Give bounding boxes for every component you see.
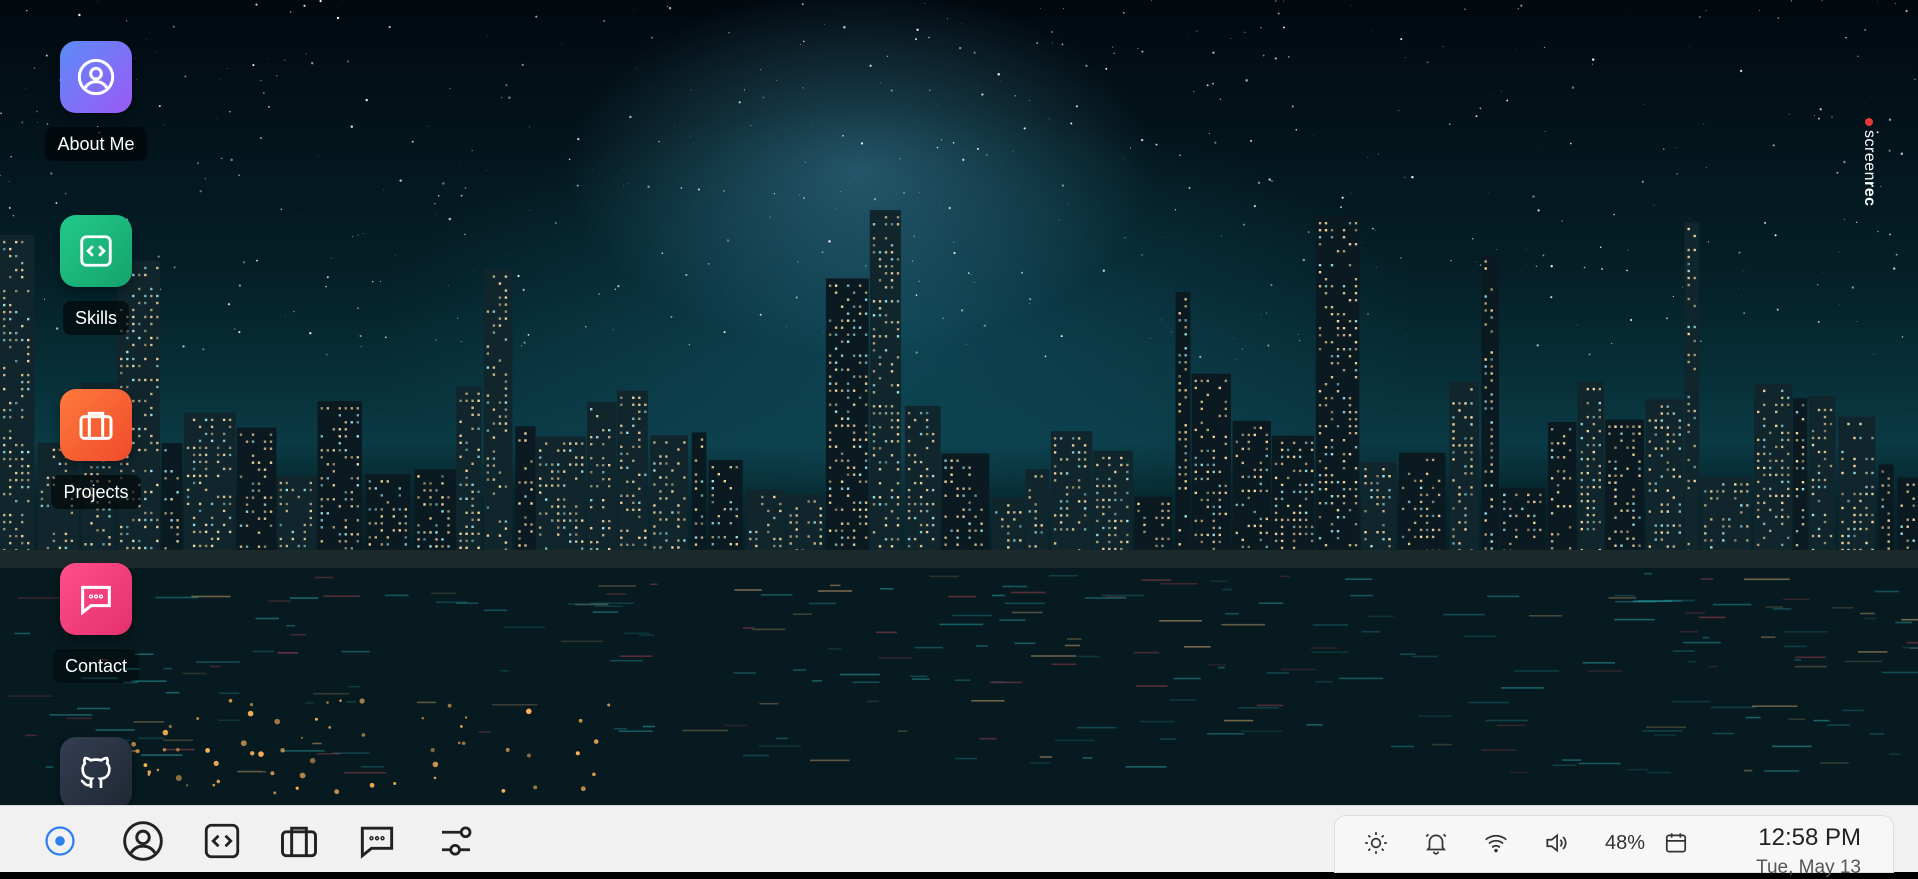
- wifi-button[interactable]: [1481, 828, 1511, 858]
- desktop-icon-about-me[interactable]: About Me: [40, 41, 152, 161]
- battery-indicator[interactable]: 48%: [1595, 828, 1655, 858]
- shoreline: [0, 550, 1918, 570]
- screenrec-watermark: screenrec: [1858, 118, 1880, 218]
- briefcase-icon: [76, 405, 116, 445]
- system-tray: 48% 12:58 PM Tue, May 13: [1334, 815, 1894, 873]
- desktop-icon-skills[interactable]: Skills: [40, 215, 152, 335]
- brightness-icon: [1363, 830, 1389, 856]
- desktop-icon-label: Projects: [51, 475, 140, 509]
- taskbar-settings-button[interactable]: [433, 818, 479, 864]
- desktop-icon-contact[interactable]: Contact: [40, 563, 152, 683]
- code-icon: [201, 820, 243, 862]
- record-dot-icon: [1865, 118, 1873, 126]
- notifications-button[interactable]: [1421, 828, 1451, 858]
- user-circle-icon: [76, 57, 116, 97]
- about-me-tile[interactable]: [60, 41, 132, 113]
- launcher-button[interactable]: [37, 818, 83, 864]
- desktop-icon-projects[interactable]: Projects: [40, 389, 152, 509]
- sliders-icon: [435, 820, 477, 862]
- calendar-icon: [1663, 830, 1689, 856]
- notification-bell-icon: [1423, 830, 1449, 856]
- screenrec-suffix: rec: [1861, 181, 1878, 207]
- skyline: [0, 210, 1918, 560]
- screenrec-prefix: screen: [1861, 130, 1878, 181]
- calendar-button[interactable]: [1661, 828, 1691, 858]
- github-icon: [76, 753, 116, 793]
- message-icon: [355, 819, 399, 863]
- briefcase-icon: [277, 819, 321, 863]
- desktop-icon-label: Contact: [53, 649, 139, 683]
- taskbar-projects-button[interactable]: [276, 818, 322, 864]
- wifi-icon: [1483, 830, 1509, 856]
- taskbar-skills-button[interactable]: [199, 818, 245, 864]
- contact-tile[interactable]: [60, 563, 132, 635]
- water-reflection: [0, 568, 1918, 805]
- taskbar-contact-button[interactable]: [354, 818, 400, 864]
- projects-tile[interactable]: [60, 389, 132, 461]
- battery-percentage: 48%: [1605, 832, 1645, 855]
- desktop-icon-label: Skills: [63, 301, 129, 335]
- message-icon: [76, 579, 116, 619]
- taskbar-about-me-button[interactable]: [120, 818, 166, 864]
- volume-button[interactable]: [1541, 828, 1571, 858]
- user-circle-icon: [121, 819, 165, 863]
- desktop-wallpaper: [0, 0, 1918, 805]
- brightness-button[interactable]: [1361, 828, 1391, 858]
- desktop-icon-github[interactable]: [40, 737, 152, 809]
- desktop-icon-label: About Me: [45, 127, 146, 161]
- stars: [0, 0, 1916, 360]
- clock-time[interactable]: 12:58 PM: [1758, 824, 1861, 852]
- clock-date[interactable]: Tue, May 13: [1756, 857, 1861, 879]
- screenrec-text: screenrec: [1860, 130, 1878, 207]
- taskbar: 48% 12:58 PM Tue, May 13: [0, 805, 1918, 872]
- city-skyline-image: [0, 0, 1918, 805]
- launcher-icon: [43, 824, 77, 858]
- code-icon: [77, 232, 115, 270]
- github-tile[interactable]: [60, 737, 132, 809]
- volume-icon: [1543, 830, 1569, 856]
- skills-tile[interactable]: [60, 215, 132, 287]
